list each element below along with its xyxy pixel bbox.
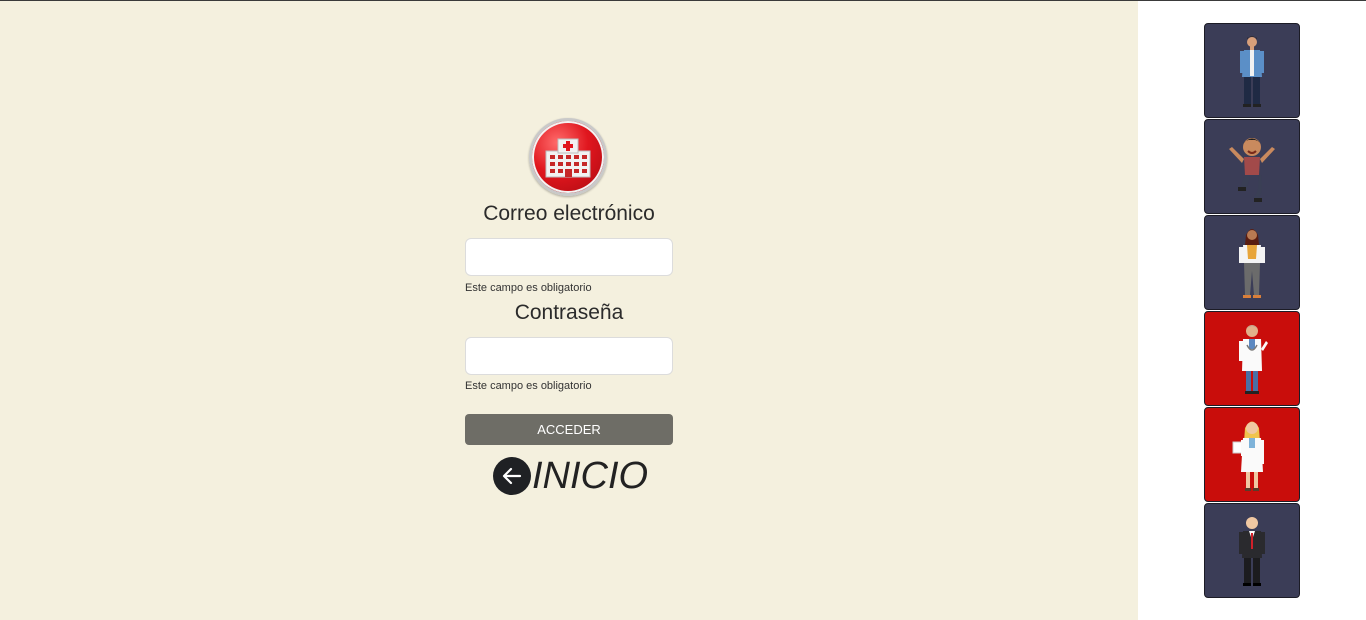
email-label: Correo electrónico [483,202,655,225]
password-label: Contraseña [514,301,624,324]
inicio-label[interactable]: INICIO [532,455,648,498]
boy-jumping-icon [1229,137,1275,202]
female-doctor-icon [1232,421,1264,491]
avatar-card-6[interactable] [1204,503,1300,598]
password-field[interactable] [465,337,673,375]
avatar-card-5[interactable] [1204,407,1300,502]
avatar-card-1[interactable] [1204,23,1300,118]
woman-standing-icon [1239,228,1265,298]
password-required-hint: Este campo es obligatorio [465,380,592,392]
email-field[interactable] [465,238,673,276]
man-casual-icon [1240,35,1264,107]
acceder-button[interactable]: ACCEDER [465,414,673,445]
businessman-icon [1239,516,1265,586]
inicio-link[interactable]: INICIO [493,455,648,497]
hospital-icon [529,118,607,196]
avatar-card-3[interactable] [1204,215,1300,310]
email-required-hint: Este campo es obligatorio [465,282,592,294]
avatar-card-2[interactable] [1204,119,1300,214]
avatar-card-4[interactable] [1204,311,1300,406]
arrow-left-icon[interactable] [493,457,531,495]
male-doctor-icon [1239,324,1268,394]
